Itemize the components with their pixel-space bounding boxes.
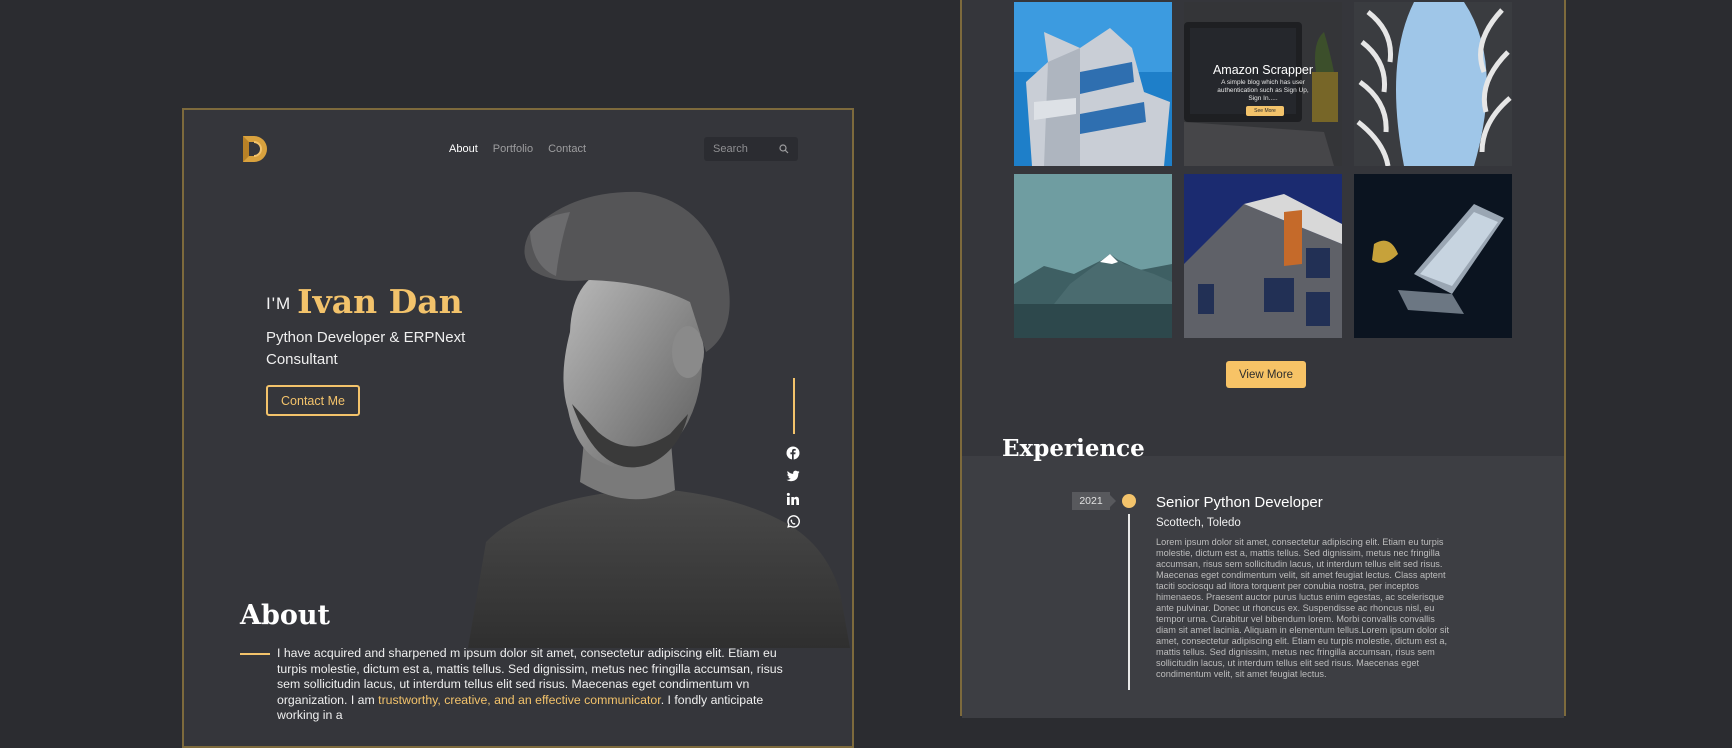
dark-laptop-image [1354, 174, 1512, 338]
nav-about[interactable]: About [449, 143, 478, 155]
portfolio-tile[interactable] [1354, 2, 1512, 166]
search-icon[interactable] [779, 144, 789, 154]
about-accent-rule [240, 653, 270, 655]
featured-title: Amazon Scrapper [1212, 63, 1314, 77]
logo-icon[interactable] [240, 134, 270, 164]
social-divider [793, 378, 795, 434]
hero-prefix: I'M [266, 294, 292, 313]
landing-page-card: About Portfolio Contact I'MIvan Dan Pyth [182, 108, 854, 748]
portfolio-tile[interactable] [1184, 174, 1342, 338]
building-image [1014, 2, 1172, 166]
timeline-year-badge: 2021 [1072, 492, 1116, 510]
facebook-icon[interactable] [786, 446, 800, 460]
nav-contact[interactable]: Contact [548, 143, 586, 155]
featured-overlay: Amazon Scrapper A simple blog which has … [1184, 2, 1342, 166]
job-title: Senior Python Developer [1156, 494, 1323, 511]
whatsapp-icon[interactable] [786, 515, 800, 529]
twitter-icon[interactable] [786, 469, 800, 483]
hero-role: Python Developer & ERPNext Consultant [266, 329, 466, 368]
timeline-line [1128, 514, 1130, 690]
linkedin-icon[interactable] [786, 492, 800, 506]
hero-intro: I'M Ivan Dan Python Developer & ERPNext C… [266, 282, 496, 371]
nav-portfolio[interactable]: Portfolio [493, 143, 533, 155]
curved-building-image [1354, 2, 1512, 166]
social-links [786, 446, 800, 529]
mountain-image [1014, 174, 1172, 338]
contact-me-button[interactable]: Contact Me [266, 385, 360, 416]
job-description: Lorem ipsum dolor sit amet, consectetur … [1156, 537, 1450, 679]
about-highlight: trustworthy, creative, and an effective … [378, 692, 661, 707]
portfolio-tile[interactable] [1014, 174, 1172, 338]
view-more-button[interactable]: View More [1226, 361, 1306, 388]
portfolio-tile[interactable] [1014, 2, 1172, 166]
search-input[interactable] [713, 143, 777, 155]
experience-heading: Experience [1002, 435, 1145, 462]
portfolio-featured-tile[interactable]: Amazon Scrapper A simple blog which has … [1184, 2, 1342, 166]
portfolio-page-card: Amazon Scrapper A simple blog which has … [960, 0, 1566, 718]
brick-building-image [1184, 174, 1342, 338]
job-company: Scottech, Toledo [1156, 517, 1241, 529]
about-text: I have acquired and sharpened m ipsum do… [277, 646, 797, 724]
see-more-button[interactable]: See More [1246, 106, 1284, 116]
hero-portrait [468, 191, 850, 648]
search-box [704, 137, 798, 161]
main-nav: About Portfolio Contact [449, 143, 586, 155]
about-heading: About [240, 600, 330, 631]
hero-name: Ivan Dan [297, 282, 463, 321]
featured-description: A simple blog which has user authenticat… [1217, 79, 1309, 102]
timeline-dot [1122, 494, 1136, 508]
portfolio-tile[interactable] [1354, 174, 1512, 338]
